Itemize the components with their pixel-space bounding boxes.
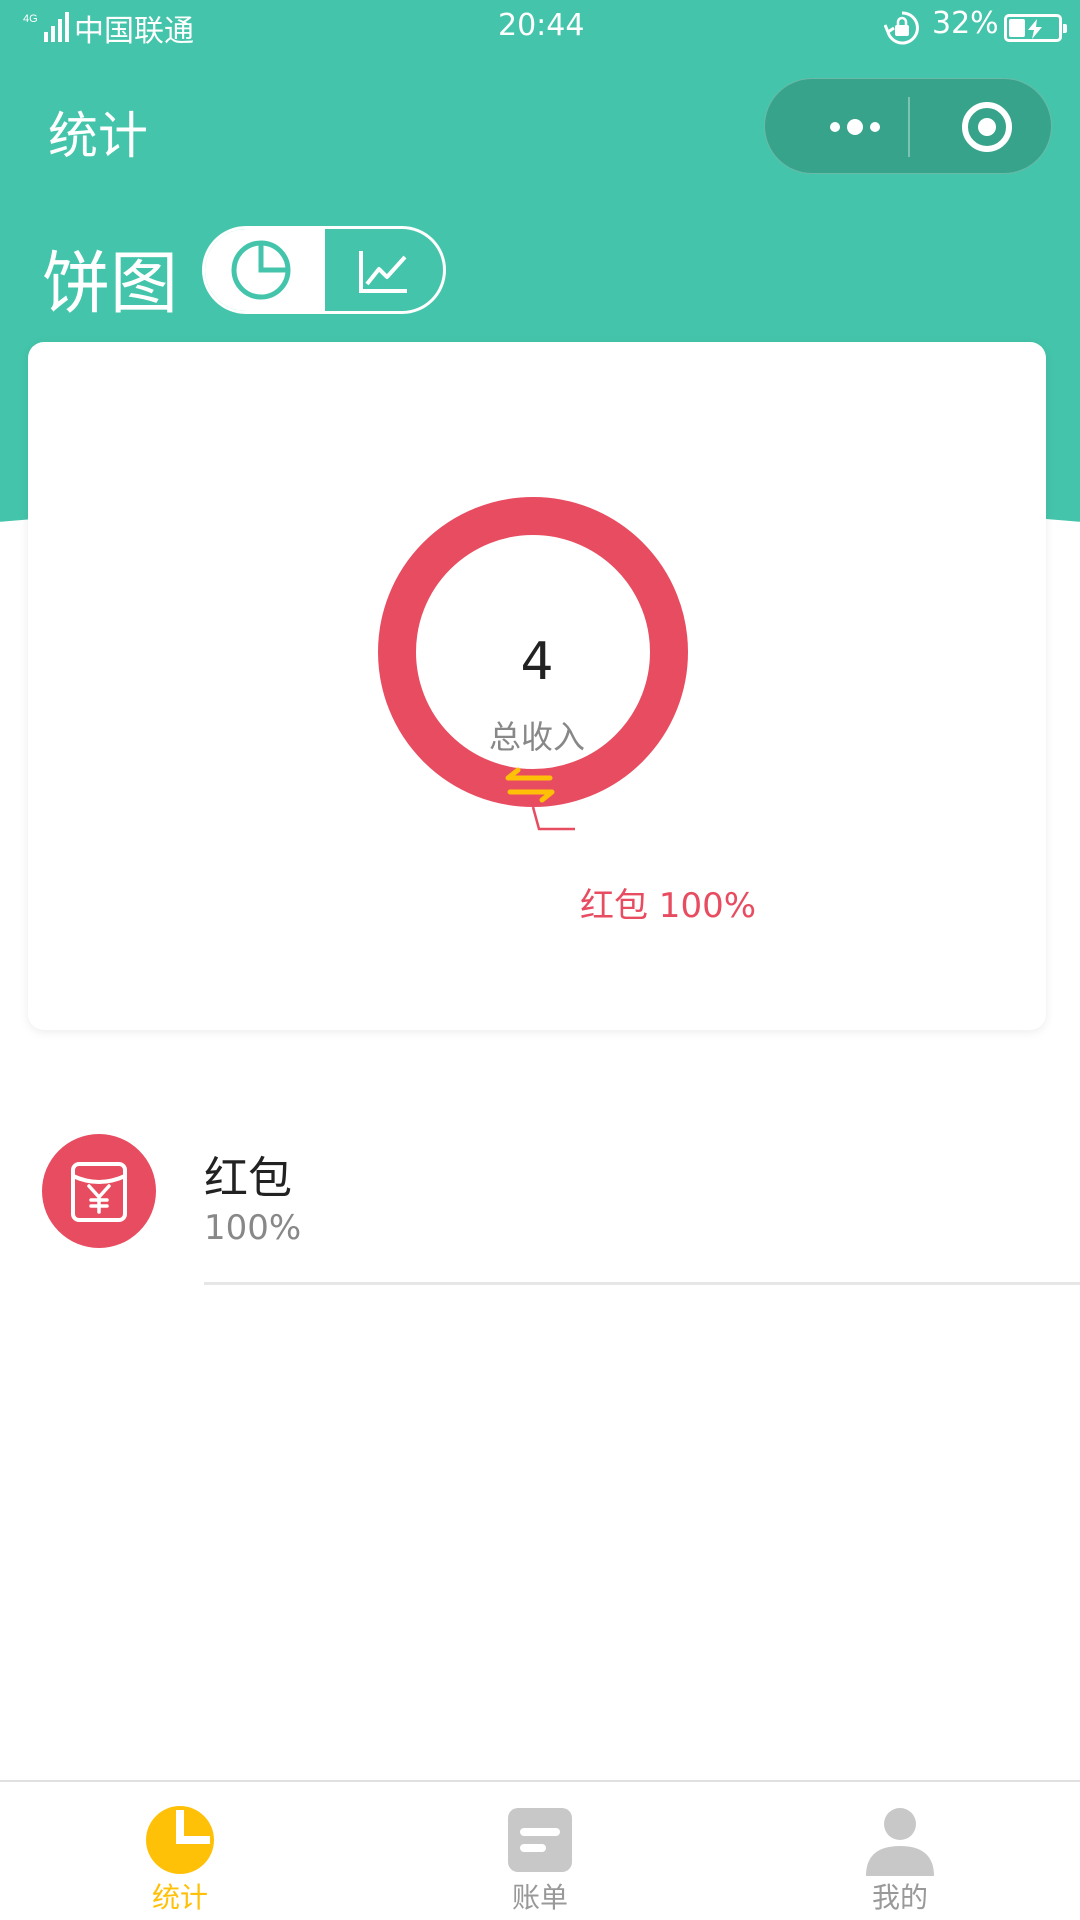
tab-bar: 统计 账单 我的 [0,1780,1080,1920]
tab-label: 我的 [871,1881,928,1914]
record-target-icon[interactable] [937,79,1037,175]
signal-icon: 4G [23,12,69,42]
user-icon [866,1808,934,1876]
page-title: 统计 [48,107,148,165]
battery-tip [1063,24,1067,33]
mini-program-capsule [764,78,1052,174]
more-dots-icon[interactable] [805,79,905,175]
charging-bolt-icon [1028,19,1042,39]
chart-type-switch [202,226,446,314]
list-divider [204,1282,1080,1285]
battery-icon [1004,14,1067,42]
line-chart-option[interactable] [325,229,443,311]
tab-mine[interactable]: 我的 [720,1782,1080,1920]
chart-type-title: 饼图 [42,245,179,324]
slice-leader-line-0 [531,806,575,831]
tab-bills[interactable]: 账单 [360,1782,720,1920]
swap-arrows-icon[interactable] [502,767,558,803]
rotation-lock-icon [884,11,919,45]
carrier-name: 中国联通 [74,14,194,49]
total-income-label: 总收入 [488,718,585,756]
statistics-screen: 4G 中国联通 20:44 32% 统计 饼图 4 总收入 红包 100% 红包… [0,0,1080,1920]
pie-chart-icon [146,1806,214,1874]
battery-percent: 32% [932,6,999,41]
chart-card: 4 总收入 红包 100% [28,342,1046,1030]
slice-label-hongbao: 红包 100% [580,886,757,926]
red-envelope-yen-icon [42,1134,156,1248]
pie-chart-icon [231,240,291,300]
capsule-divider [908,97,910,157]
list-item[interactable]: 红包 100% [0,1120,1080,1286]
network-type: 4G [23,13,38,25]
pie-chart-option[interactable] [205,229,325,311]
tab-label: 统计 [151,1881,208,1914]
total-income-value: 4 [520,632,554,692]
category-percent: 100% [204,1208,302,1248]
category-name: 红包 [204,1153,292,1204]
bill-icon [508,1808,572,1872]
status-bar: 4G 中国联通 20:44 32% [0,0,1080,56]
tab-label: 账单 [511,1881,568,1914]
battery-fill [1009,19,1025,37]
status-time: 20:44 [498,8,585,43]
line-chart-icon [359,251,407,293]
tab-statistics[interactable]: 统计 [0,1782,360,1920]
